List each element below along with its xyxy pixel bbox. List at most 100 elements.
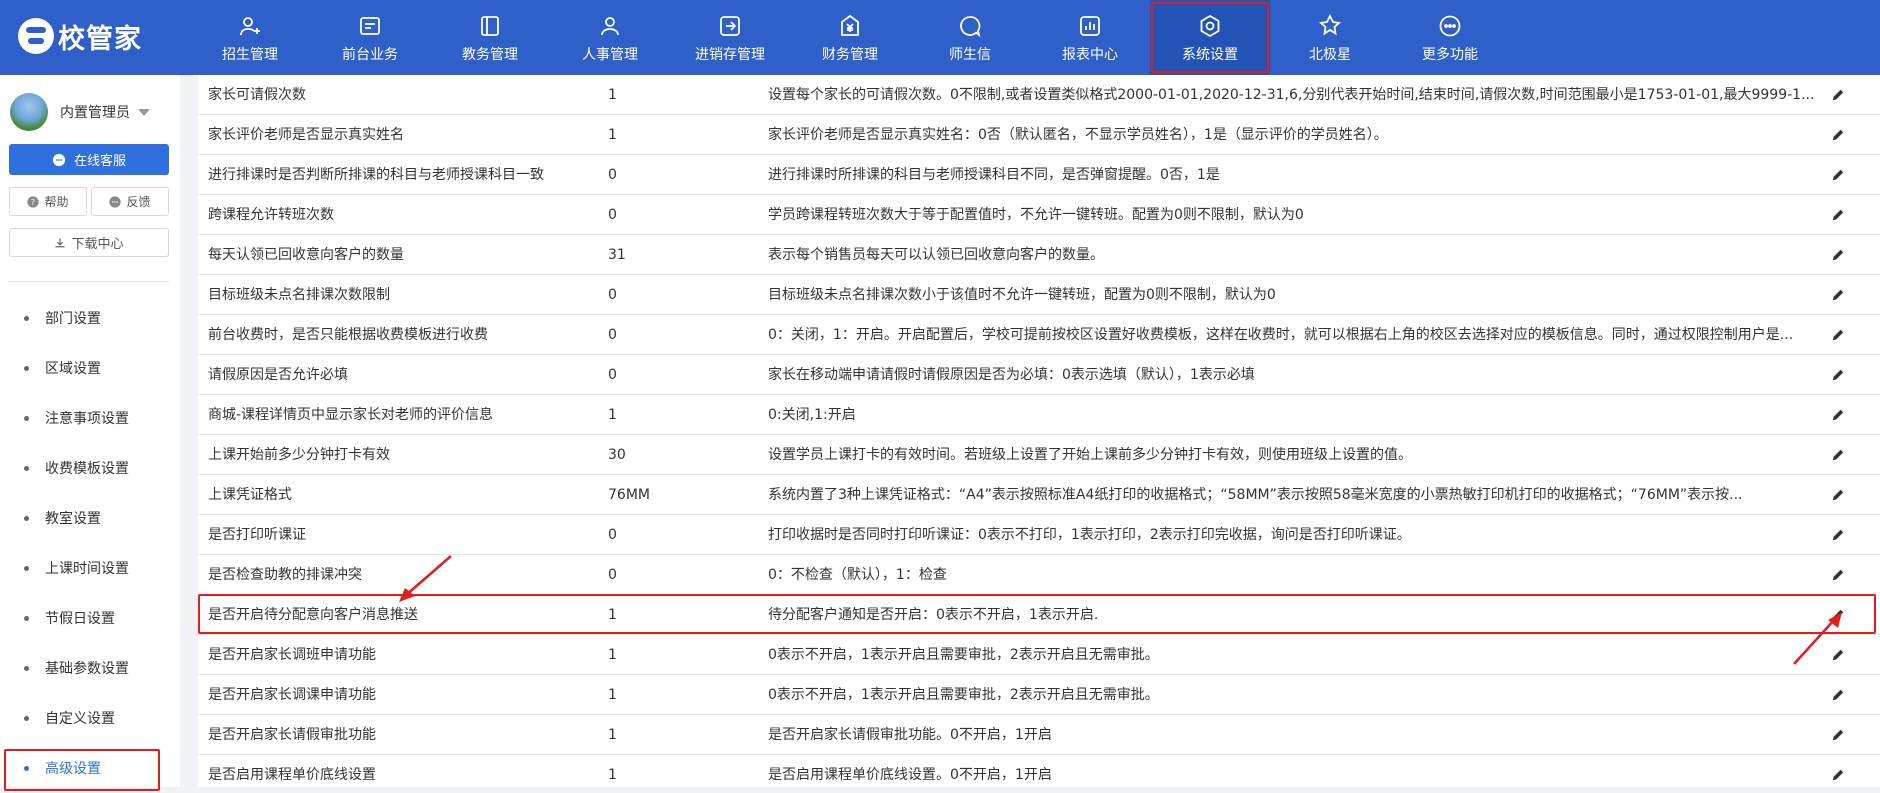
user-menu[interactable]: 内置管理员 [10, 92, 150, 132]
book-icon [476, 12, 504, 40]
nav-item-more[interactable]: 更多功能 [1390, 0, 1510, 75]
menu-label: 自定义设置 [45, 711, 115, 727]
menu-item-region[interactable]: 区域设置 [0, 343, 180, 393]
edit-icon[interactable] [1830, 287, 1846, 303]
param-name: 上课凭证格式 [208, 487, 292, 503]
nav-item-front-desk[interactable]: 前台业务 [310, 0, 430, 75]
person-icon [596, 12, 624, 40]
bullet-icon [24, 315, 29, 321]
menu-item-fee-template[interactable]: 收费模板设置 [0, 443, 180, 493]
param-name: 前台收费时，是否只能根据收费模板进行收费 [208, 327, 488, 343]
settings-table: 家长可请假次数 1 设置每个家长的可请假次数。0不限制,或者设置类似格式2000… [198, 75, 1880, 787]
download-center-button[interactable]: 下载中心 [9, 228, 169, 257]
param-value: 1 [608, 607, 617, 623]
yen-icon [836, 12, 864, 40]
edit-icon[interactable] [1830, 527, 1846, 543]
nav-item-academic[interactable]: 教务管理 [430, 0, 550, 75]
param-value: 30 [608, 447, 626, 463]
edit-icon[interactable] [1830, 687, 1846, 703]
help-button[interactable]: ? 帮助 [9, 187, 87, 216]
menu-item-advanced[interactable]: 高级设置 [0, 743, 180, 793]
table-row: 上课凭证格式 76MM 系统内置了3种上课凭证格式：“A4”表示按照标准A4纸打… [198, 475, 1880, 515]
param-name: 商城-课程详情页中显示家长对老师的评价信息 [208, 407, 494, 423]
edit-icon[interactable] [1830, 567, 1846, 583]
edit-icon[interactable] [1830, 767, 1846, 783]
menu-item-classroom[interactable]: 教室设置 [0, 493, 180, 543]
menu-label: 注意事项设置 [45, 411, 129, 427]
bullet-icon [24, 715, 29, 721]
menu-item-department[interactable]: 部门设置 [0, 293, 180, 343]
param-name: 家长可请假次数 [208, 87, 306, 103]
edit-icon[interactable] [1830, 87, 1846, 103]
feedback-button[interactable]: 反馈 [91, 187, 169, 216]
add-user-icon [236, 12, 264, 40]
edit-icon[interactable] [1830, 167, 1846, 183]
edit-icon[interactable] [1830, 367, 1846, 383]
param-desc: 家长在移动端申请请假时请假原因是否为必填：0表示选填（默认），1表示必填 [768, 367, 1255, 383]
menu-label: 部门设置 [45, 311, 101, 327]
param-desc: 表示每个销售员每天可以认领已回收意向客户的数量。 [768, 247, 1104, 263]
menu-item-custom[interactable]: 自定义设置 [0, 693, 180, 743]
menu-label: 上课时间设置 [45, 561, 129, 577]
menu-item-basic-params[interactable]: 基础参数设置 [0, 643, 180, 693]
nav-item-enrollment[interactable]: 招生管理 [190, 0, 310, 75]
param-desc: 待分配客户通知是否开启：0表示不开启，1表示开启. [768, 607, 1099, 623]
online-service-button[interactable]: 在线客服 [9, 144, 169, 175]
param-value: 0 [608, 287, 617, 303]
nav-label: 系统设置 [1182, 46, 1238, 63]
menu-label: 基础参数设置 [45, 661, 129, 677]
table-row: 是否开启家长调班申请功能 1 0表示不开启，1表示开启且需要审批，2表示开启且无… [198, 635, 1880, 675]
nav-item-polaris[interactable]: 北极星 [1270, 0, 1390, 75]
nav-item-system-settings[interactable]: 系统设置 [1150, 0, 1270, 75]
menu-item-holiday[interactable]: 节假日设置 [0, 593, 180, 643]
menu-item-notices[interactable]: 注意事项设置 [0, 393, 180, 443]
param-value: 1 [608, 407, 617, 423]
nav-item-inventory[interactable]: 进销存管理 [670, 0, 790, 75]
param-desc: 是否启用课程单价底线设置。0不开启，1开启 [768, 767, 1052, 783]
param-name: 是否检查助教的排课冲突 [208, 567, 362, 583]
table-row-highlighted: 是否开启待分配意向客户消息推送 1 待分配客户通知是否开启：0表示不开启，1表示… [198, 595, 1880, 635]
param-value: 0 [608, 567, 617, 583]
settings-icon [1196, 12, 1224, 40]
bullet-icon [24, 615, 29, 621]
edit-icon[interactable] [1830, 727, 1846, 743]
param-value: 0 [608, 527, 617, 543]
edit-icon[interactable] [1830, 247, 1846, 263]
table-row: 目标班级未点名排课次数限制 0 目标班级未点名排课次数小于该值时不允许一键转班，… [198, 275, 1880, 315]
param-desc: 系统内置了3种上课凭证格式：“A4”表示按照标准A4纸打印的收据格式；“58MM… [768, 487, 1743, 503]
edit-icon[interactable] [1830, 127, 1846, 143]
edit-icon[interactable] [1830, 407, 1846, 423]
param-desc: 目标班级未点名排课次数小于该值时不允许一键转班，配置为0则不限制，默认为0 [768, 287, 1276, 303]
table-row: 每天认领已回收意向客户的数量 31 表示每个销售员每天可以认领已回收意向客户的数… [198, 235, 1880, 275]
menu-label: 高级设置 [45, 761, 101, 777]
more-icon [1436, 12, 1464, 40]
param-name: 是否开启家长调课申请功能 [208, 687, 376, 703]
nav-item-hr[interactable]: 人事管理 [550, 0, 670, 75]
edit-icon[interactable] [1830, 207, 1846, 223]
edit-icon[interactable] [1830, 327, 1846, 343]
feedback-icon [109, 195, 122, 208]
app-logo[interactable]: 校管家 [18, 16, 142, 56]
edit-icon[interactable] [1830, 607, 1846, 623]
param-name: 目标班级未点名排课次数限制 [208, 287, 390, 303]
param-desc: 打印收据时是否同时打印听课证：0表示不打印，1表示打印，2表示打印完收据，询问是… [768, 527, 1411, 543]
param-name: 是否开启待分配意向客户消息推送 [208, 607, 418, 623]
table-row: 进行排课时是否判断所排课的科目与老师授课科目一致 0 进行排课时所排课的科目与老… [198, 155, 1880, 195]
param-desc: 学员跨课程转班次数大于等于配置值时，不允许一键转班。配置为0则不限制，默认为0 [768, 207, 1304, 223]
nav-item-reports[interactable]: 报表中心 [1030, 0, 1150, 75]
edit-icon[interactable] [1830, 647, 1846, 663]
nav-item-messages[interactable]: 师生信 [910, 0, 1030, 75]
nav-item-finance[interactable]: 财务管理 [790, 0, 910, 75]
main-nav: 招生管理 前台业务 教务管理 人事管理 进销存管理 财务管理 师生信 报表中心 … [190, 0, 1510, 75]
param-desc: 0表示不开启，1表示开启且需要审批，2表示开启且无需审批。 [768, 647, 1159, 663]
table-row: 是否启用课程单价底线设置 1 是否启用课程单价底线设置。0不开启，1开启 [198, 755, 1880, 787]
table-row: 商城-课程详情页中显示家长对老师的评价信息 1 0:关闭,1:开启 [198, 395, 1880, 435]
download-center-label: 下载中心 [71, 237, 124, 252]
table-row: 前台收费时，是否只能根据收费模板进行收费 0 0：关闭，1：开启。开启配置后，学… [198, 315, 1880, 355]
menu-item-class-time[interactable]: 上课时间设置 [0, 543, 180, 593]
param-name: 进行排课时是否判断所排课的科目与老师授课科目一致 [208, 167, 544, 183]
edit-icon[interactable] [1830, 447, 1846, 463]
nav-label: 招生管理 [222, 46, 278, 63]
edit-icon[interactable] [1830, 487, 1846, 503]
param-value: 1 [608, 647, 617, 663]
